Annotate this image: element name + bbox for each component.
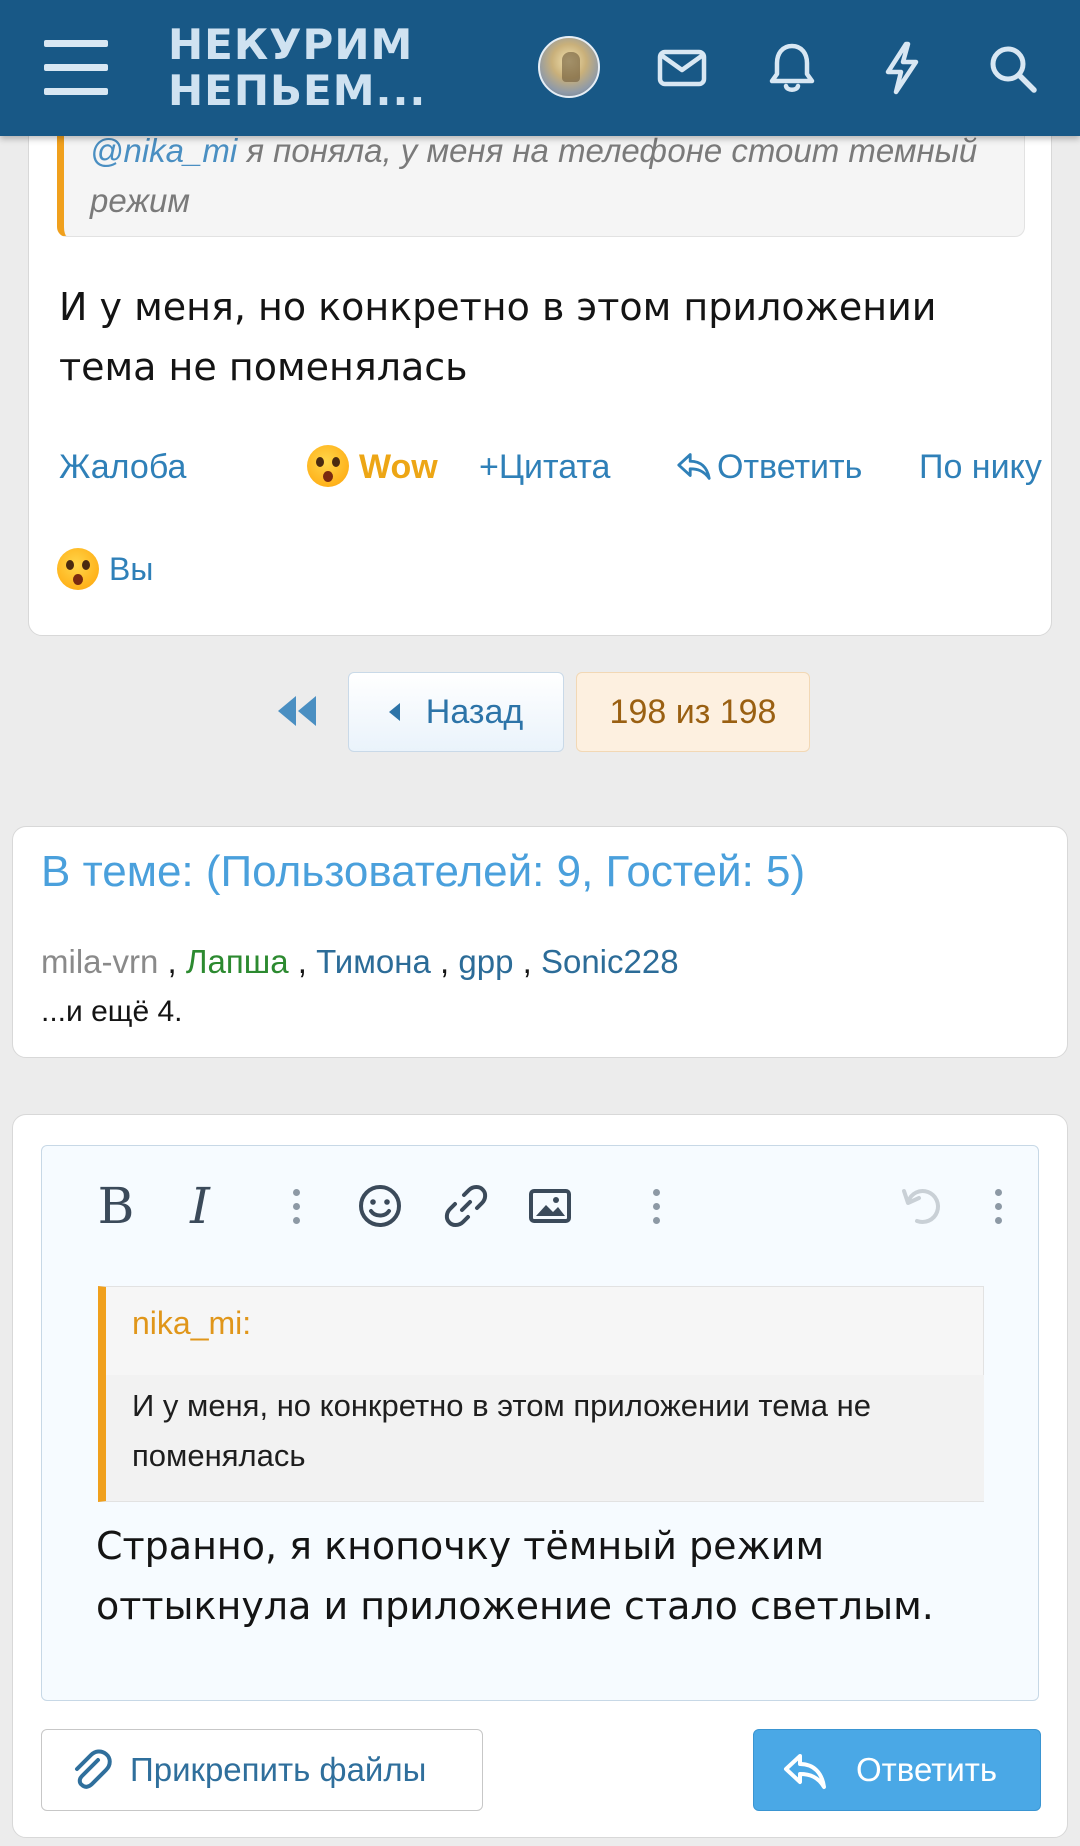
reaction-label: Wow [359, 448, 438, 486]
smiley-icon[interactable] [350, 1176, 410, 1236]
user-link[interactable]: Тимона [316, 943, 431, 980]
quote-mention[interactable]: @nika_mi [90, 132, 237, 169]
avatar[interactable] [538, 36, 600, 98]
logo-line-1: НЕКУРИМ [168, 20, 414, 69]
post-body: И у меня, но конкретно в этом приложении… [59, 285, 937, 389]
post-quote: @nika_mi я поняла, у меня на телефоне ст… [57, 121, 1025, 237]
editor-quote[interactable]: nika_mi: И у меня, но конкретно в этом п… [98, 1286, 984, 1502]
reply-arrow-icon [784, 1754, 826, 1789]
attach-files-label: Прикрепить файлы [130, 1751, 427, 1788]
quote-author: nika_mi: [132, 1305, 252, 1341]
logo-line-2: НЕПЬЕМ... [168, 66, 427, 115]
undo-icon[interactable] [892, 1176, 952, 1236]
post-actions: Жалоба Wow +Цитата Ответить По нику [59, 437, 1042, 497]
user-link[interactable]: mila-vrn [41, 943, 158, 980]
editor-toolbar: B I [42, 1146, 1040, 1266]
quote-button[interactable]: +Цитата [479, 437, 610, 497]
plus-icon: + [479, 448, 499, 486]
reply-label: Ответить [717, 448, 863, 486]
more-icon[interactable] [626, 1176, 686, 1236]
report-link[interactable]: Жалоба [59, 437, 186, 497]
bell-icon[interactable] [762, 38, 822, 98]
lightning-icon[interactable] [872, 38, 932, 98]
user-link[interactable]: gpp [458, 943, 513, 980]
pagination: Назад 198 из 198 [0, 670, 1080, 752]
reply-link[interactable]: Ответить [675, 437, 862, 497]
submit-reply-label: Ответить [856, 1751, 998, 1788]
list-separator: , [288, 943, 317, 980]
reaction-button[interactable]: Wow [307, 437, 438, 497]
list-separator: , [158, 943, 186, 980]
more-icon[interactable] [968, 1176, 1028, 1236]
list-separator: , [513, 943, 541, 980]
top-navigation-bar: НЕКУРИМ НЕПЬЕМ... [0, 0, 1080, 136]
menu-icon[interactable] [44, 40, 108, 96]
wow-emoji-icon [57, 547, 99, 590]
submit-reply-button[interactable]: Ответить [753, 1729, 1041, 1811]
user-link[interactable]: Sonic228 [541, 943, 679, 980]
online-more-link[interactable]: ...и ещё 4. [41, 995, 183, 1029]
online-users-block: В теме: (Пользователей: 9, Гостей: 5) mi… [12, 826, 1068, 1058]
search-icon[interactable] [982, 38, 1042, 98]
online-users-list: mila-vrn , Лапша , Тимона , gpp , Sonic2… [41, 943, 679, 981]
prev-page-label: Назад [425, 693, 524, 731]
caret-left-icon [388, 703, 400, 722]
list-separator: , [430, 943, 459, 980]
more-icon[interactable] [266, 1176, 326, 1236]
quote-label: Цитата [498, 448, 611, 486]
image-icon[interactable] [520, 1176, 580, 1236]
link-icon[interactable] [436, 1176, 496, 1236]
wow-emoji-icon [307, 445, 349, 488]
paperclip-icon [75, 1749, 112, 1789]
reaction-summary-label: Вы [109, 551, 154, 587]
quote-content: И у меня, но конкретно в этом приложении… [106, 1375, 984, 1501]
by-nick-link[interactable]: По нику [919, 437, 1042, 497]
user-link[interactable]: Лапша [186, 943, 289, 980]
reaction-summary[interactable]: Вы [57, 541, 153, 597]
mail-icon[interactable] [652, 38, 712, 98]
current-page-indicator[interactable]: 198 из 198 [576, 672, 810, 752]
attach-files-button[interactable]: Прикрепить файлы [41, 1729, 483, 1811]
site-logo[interactable]: НЕКУРИМ НЕПЬЕМ... [168, 22, 428, 114]
reply-form: B I nika_mi: И у меня, но конкретно в эт… [12, 1114, 1068, 1838]
message-editor[interactable]: B I nika_mi: И у меня, но конкретно в эт… [41, 1145, 1039, 1701]
italic-icon[interactable]: I [170, 1176, 230, 1236]
post-card: @nika_mi я поняла, у меня на телефоне ст… [28, 100, 1052, 636]
bold-icon[interactable]: B [86, 1176, 146, 1236]
prev-page-button[interactable]: Назад [348, 672, 564, 752]
online-title: В теме: (Пользователей: 9, Гостей: 5) [41, 847, 806, 896]
first-page-icon[interactable] [272, 688, 324, 734]
reply-arrow-icon [677, 453, 711, 480]
editor-message-text[interactable]: Странно, я кнопочку тёмный режим оттыкну… [96, 1516, 996, 1636]
